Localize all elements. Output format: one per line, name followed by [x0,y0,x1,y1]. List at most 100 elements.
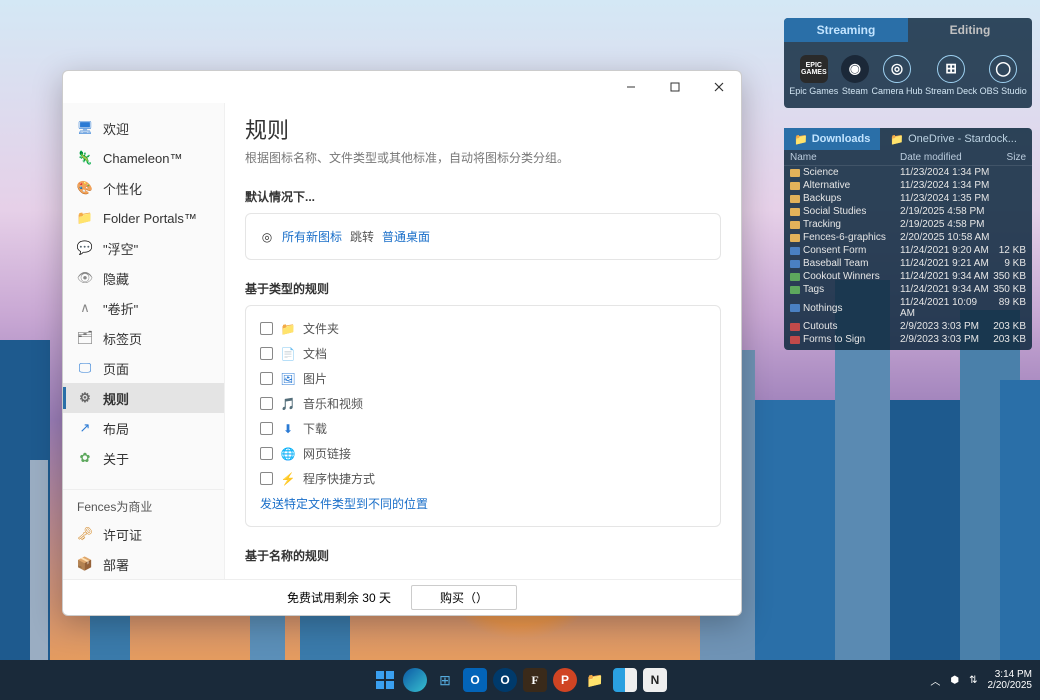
file-row[interactable]: Fences-6-graphics2/20/2025 10:58 AM [784,231,1032,244]
rule-checkbox[interactable] [260,347,273,360]
app-f-icon[interactable]: F [523,668,547,692]
powerpoint-icon[interactable]: P [553,668,577,692]
type-rule-row[interactable]: 🌐网页链接 [260,441,706,466]
edge-icon[interactable] [403,668,427,692]
outlook-icon[interactable]: O [463,668,487,692]
sidebar-item[interactable]: ∧"卷折" [63,293,224,323]
start-button[interactable] [373,668,397,692]
sidebar-item[interactable]: 💬"浮空" [63,233,224,263]
file-row[interactable]: Alternative11/23/2024 1:34 PM [784,179,1032,192]
file-date: 2/9/2023 3:03 PM [900,334,992,345]
col-size[interactable]: Size [992,152,1026,163]
fence-tab-downloads[interactable]: 📁 Downloads [784,128,880,150]
sidebar-item[interactable]: ⚙规则 [63,383,224,413]
explorer-icon[interactable]: ⊞ [433,668,457,692]
taskbar[interactable]: ⊞ O O F P 📁 N ︿ ⬢ ⇅ 3:14 PM 2/20/2025 [0,660,1040,700]
sidebar-item[interactable]: 👁隐藏 [63,263,224,293]
widget-app-deck[interactable]: ⊞Stream Deck [925,55,977,96]
send-types-link[interactable]: 发送特定文件类型到不同的位置 [260,495,428,512]
sidebar-item[interactable]: 🗝许可证 [63,519,224,549]
widget-app-epic[interactable]: EPICGAMESEpic Games [789,55,838,96]
file-date: 11/24/2021 9:20 AM [900,245,992,256]
default-prefix-link[interactable]: 所有新图标 [282,228,342,245]
file-size [992,232,1026,243]
file-row[interactable]: Nothings11/24/2021 10:09 AM89 KB [784,296,1032,320]
file-row[interactable]: Cookout Winners11/24/2021 9:34 AM350 KB [784,270,1032,283]
file-size: 350 KB [992,271,1026,282]
finder-icon[interactable] [613,668,637,692]
file-size: 203 KB [992,334,1026,345]
col-name[interactable]: Name [790,152,900,163]
rule-checkbox[interactable] [260,397,273,410]
col-date[interactable]: Date modified [900,152,992,163]
minimize-button[interactable] [609,72,653,102]
default-target-link[interactable]: 普通桌面 [382,228,430,245]
type-rule-label: 图片 [303,370,327,387]
type-rule-row[interactable]: ⬇下载 [260,416,706,441]
rule-checkbox[interactable] [260,322,273,335]
sidebar-item[interactable]: 🖵页面 [63,353,224,383]
file-name: Science [803,167,839,178]
default-rule-card[interactable]: ◎ 所有新图标 跳转 普通桌面 [245,213,721,260]
sidebar-item[interactable]: 📁Folder Portals™ [63,203,224,233]
type-icon: 📁 [281,322,295,336]
type-icon: 🎵 [281,397,295,411]
file-row[interactable]: Social Studies2/19/2025 4:58 PM [784,205,1032,218]
file-row[interactable]: Forms to Sign2/9/2023 3:03 PM203 KB [784,333,1032,346]
fld-icon [790,234,800,242]
rule-checkbox[interactable] [260,447,273,460]
file-date: 11/23/2024 1:34 PM [900,167,992,178]
type-rule-row[interactable]: 📁文件夹 [260,316,706,341]
sidebar-item[interactable]: ↗布局 [63,413,224,443]
doc-icon [790,304,800,312]
widget-tab-editing[interactable]: Editing [908,18,1032,42]
titlebar[interactable] [63,71,741,103]
sidebar-item[interactable]: 📦部署 [63,549,224,579]
sidebar-item[interactable]: ✿关于 [63,443,224,473]
tray-app-icon[interactable]: ⬢ [950,675,959,686]
widget-app-cam[interactable]: ◎Camera Hub [871,55,922,96]
sidebar-item-label: 部署 [103,555,129,574]
file-row[interactable]: Baseball Team11/24/2021 9:21 AM9 KB [784,257,1032,270]
fence-tab-onedrive[interactable]: 📁 OneDrive - Stardock... [880,128,1032,150]
content-panel: 规则 根据图标名称、文件类型或其他标准，自动将图标分类分组。 默认情况下... … [225,103,741,579]
file-date: 2/19/2025 4:58 PM [900,206,992,217]
file-date: 11/24/2021 9:34 AM [900,271,992,282]
rule-checkbox[interactable] [260,372,273,385]
file-row[interactable]: Cutouts2/9/2023 3:03 PM203 KB [784,320,1032,333]
file-size: 203 KB [992,321,1026,332]
file-row[interactable]: Tags11/24/2021 9:34 AM350 KB [784,283,1032,296]
file-row[interactable]: Backups11/23/2024 1:35 PM [784,192,1032,205]
type-rule-row[interactable]: 📄文档 [260,341,706,366]
tray-chevron-icon[interactable]: ︿ [930,673,940,688]
rule-checkbox[interactable] [260,472,273,485]
sidebar-item[interactable]: 🎨个性化 [63,173,224,203]
widget-app-steam[interactable]: ◉Steam [841,55,869,96]
sidebar-icon: ∧ [77,301,93,315]
file-explorer-icon[interactable]: 📁 [583,668,607,692]
rule-checkbox[interactable] [260,422,273,435]
close-button[interactable] [697,72,741,102]
file-row[interactable]: Consent Form11/24/2021 9:20 AM12 KB [784,244,1032,257]
type-rule-row[interactable]: 🖼图片 [260,366,706,391]
sidebar-item[interactable]: 🦎Chameleon™ [63,143,224,173]
buy-button[interactable]: 购买（） [411,585,517,610]
widget-app-obs[interactable]: ◯OBS Studio [980,55,1027,96]
app-o-icon[interactable]: O [493,668,517,692]
clock-time: 3:14 PM [988,669,1033,681]
sidebar-item[interactable]: 🖥欢迎 [63,113,224,143]
clock-date: 2/20/2025 [988,680,1033,692]
widget-tab-streaming[interactable]: Streaming [784,18,908,42]
type-rule-row[interactable]: ⚡程序快捷方式 [260,466,706,491]
file-row[interactable]: Tracking2/19/2025 4:58 PM [784,218,1032,231]
sidebar-item[interactable]: 🗂标签页 [63,323,224,353]
sidebar-icon: ↗ [77,421,93,435]
file-size [992,193,1026,204]
type-rule-row[interactable]: 🎵音乐和视频 [260,391,706,416]
file-size [992,180,1026,191]
notion-icon[interactable]: N [643,668,667,692]
tray-network-icon[interactable]: ⇅ [969,675,977,686]
maximize-button[interactable] [653,72,697,102]
taskbar-clock[interactable]: 3:14 PM 2/20/2025 [988,669,1033,692]
file-row[interactable]: Science 11/23/2024 1:34 PM [784,166,1032,179]
